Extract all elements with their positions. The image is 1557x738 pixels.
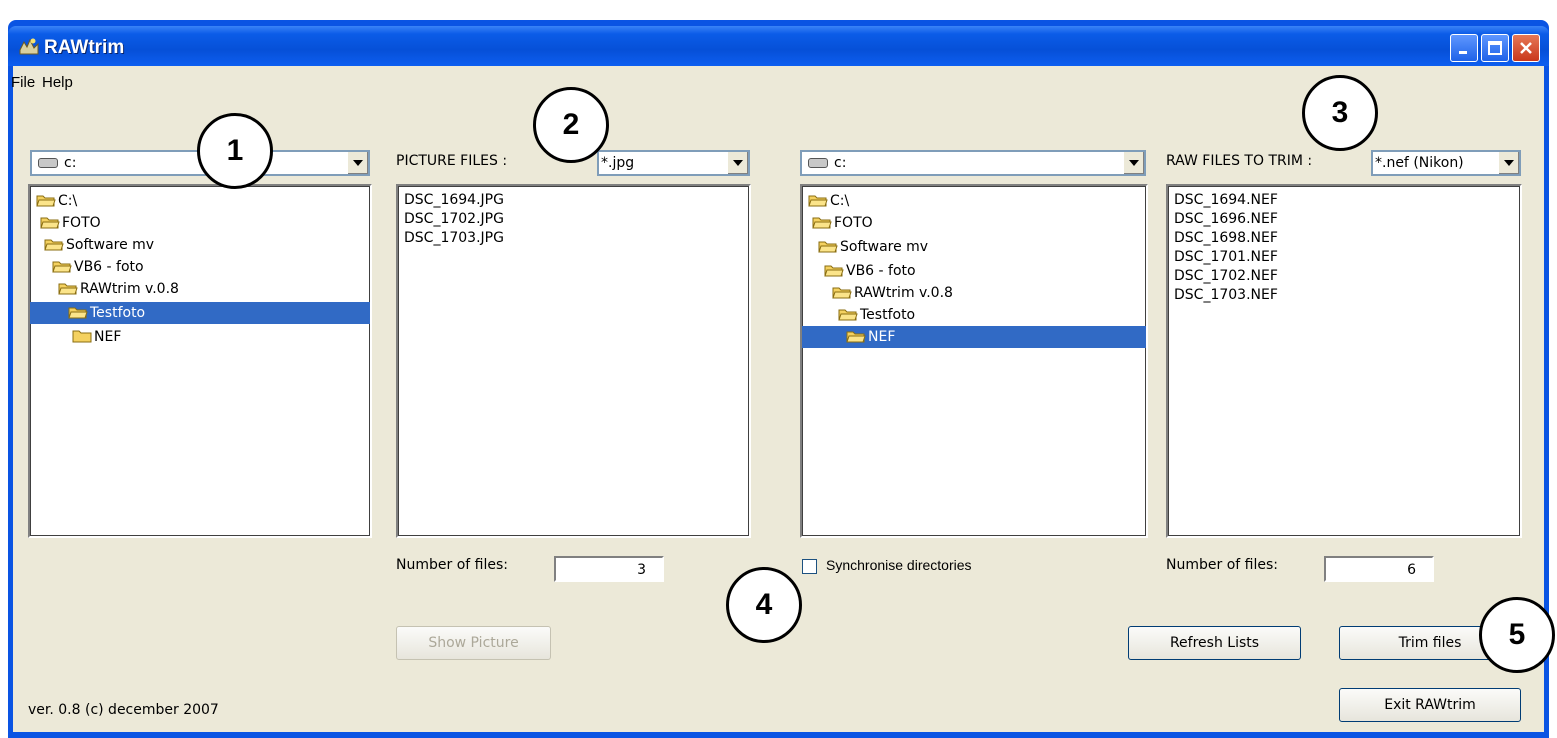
picture-count-label: Number of files: [396, 557, 508, 573]
right-drive-value: c: [834, 155, 847, 171]
chevron-down-icon[interactable] [727, 152, 748, 174]
tree-item[interactable]: NEF [72, 326, 121, 348]
picture-filter-value: *.jpg [601, 155, 635, 171]
tree-item-label: Testfoto [90, 305, 146, 321]
menu-file[interactable]: File [11, 74, 35, 91]
picture-files-list[interactable]: DSC_1694.JPG DSC_1702.JPG DSC_1703.JPG [396, 184, 751, 538]
right-folder-tree[interactable]: C:\ FOTO Software mv VB6 - foto RAWtrim … [800, 184, 1148, 538]
tree-item[interactable]: C:\ [808, 190, 849, 212]
callout-3: 3 [1302, 75, 1378, 151]
list-item[interactable]: DSC_1703.NEF [1174, 286, 1278, 305]
list-item[interactable]: DSC_1702.JPG [404, 210, 504, 229]
raw-count-label: Number of files: [1166, 557, 1278, 573]
tree-item-label: FOTO [834, 215, 873, 231]
list-item[interactable]: DSC_1694.NEF [1174, 191, 1278, 210]
raw-count-field: 6 [1324, 556, 1434, 582]
callout-4: 4 [726, 567, 802, 643]
tree-item-label: NEF [94, 329, 122, 345]
left-drive-value: c: [64, 155, 77, 171]
callout-2: 2 [533, 87, 609, 163]
tree-item-label: RAWtrim v.0.8 [854, 285, 953, 301]
tree-item-selected[interactable]: Testfoto [30, 302, 370, 324]
list-item[interactable]: DSC_1694.JPG [404, 191, 504, 210]
show-picture-button[interactable]: Show Picture [396, 626, 551, 660]
raw-filter-select[interactable]: *.nef (Nikon) [1371, 150, 1521, 176]
close-icon [1520, 42, 1532, 54]
open-folder-icon [52, 261, 72, 273]
open-folder-icon [832, 287, 852, 299]
list-item[interactable]: DSC_1701.NEF [1174, 248, 1278, 267]
tree-item[interactable]: FOTO [40, 212, 101, 234]
open-folder-icon [36, 195, 56, 207]
close-button[interactable] [1512, 34, 1540, 62]
app-icon [19, 38, 39, 55]
list-item[interactable]: DSC_1703.JPG [404, 229, 504, 248]
tree-item[interactable]: Testfoto [838, 304, 915, 326]
tree-item-label: Testfoto [860, 307, 916, 323]
picture-count-field: 3 [554, 556, 664, 582]
open-folder-icon [838, 309, 858, 321]
right-drive-select[interactable]: c: [800, 150, 1146, 176]
callout-5: 5 [1479, 597, 1555, 673]
folder-icon [72, 330, 92, 343]
sync-label: Synchronise directories [826, 557, 972, 573]
callout-1: 1 [197, 113, 273, 189]
raw-filter-value: *.nef (Nikon) [1375, 155, 1464, 171]
raw-files-list[interactable]: DSC_1694.NEF DSC_1696.NEF DSC_1698.NEF D… [1166, 184, 1522, 538]
tree-item-label: VB6 - foto [846, 263, 916, 279]
maximize-button[interactable] [1481, 34, 1509, 62]
list-item[interactable]: DSC_1702.NEF [1174, 267, 1278, 286]
drive-icon [808, 158, 828, 168]
tree-item[interactable]: Software mv [44, 234, 154, 256]
tree-item[interactable]: FOTO [812, 212, 873, 234]
open-folder-icon [812, 217, 832, 229]
open-folder-icon [824, 265, 844, 277]
picture-files-label: PICTURE FILES : [396, 153, 508, 169]
chevron-down-icon[interactable] [1498, 152, 1519, 174]
picture-filter-select[interactable]: *.jpg [597, 150, 750, 176]
version-text: ver. 0.8 (c) december 2007 [28, 702, 219, 718]
list-item[interactable]: DSC_1696.NEF [1174, 210, 1278, 229]
open-folder-icon [44, 239, 64, 251]
chevron-down-icon[interactable] [347, 152, 368, 174]
tree-item[interactable]: Software mv [818, 236, 928, 258]
open-folder-icon [40, 217, 60, 229]
tree-item-label: C:\ [830, 193, 850, 209]
tree-item[interactable]: VB6 - foto [824, 260, 916, 282]
maximize-icon [1488, 41, 1502, 55]
raw-files-label: RAW FILES TO TRIM : [1166, 153, 1313, 169]
minimize-button[interactable] [1450, 34, 1478, 62]
window-title: RAWtrim [44, 37, 125, 58]
menu-help[interactable]: Help [42, 74, 73, 91]
tree-item-selected[interactable]: NEF [802, 326, 1146, 348]
list-item[interactable]: DSC_1698.NEF [1174, 229, 1278, 248]
refresh-lists-button[interactable]: Refresh Lists [1128, 626, 1301, 660]
open-folder-icon [68, 307, 88, 319]
left-folder-tree[interactable]: C:\ FOTO Software mv VB6 - foto RAWtrim … [28, 184, 372, 538]
title-bar[interactable] [8, 26, 1549, 66]
tree-item-label: NEF [868, 329, 896, 345]
tree-item-label: VB6 - foto [74, 259, 144, 275]
tree-item-label: Software mv [66, 237, 155, 253]
minimize-icon [1459, 51, 1467, 54]
exit-button[interactable]: Exit RAWtrim [1339, 688, 1521, 722]
open-folder-icon [58, 283, 78, 295]
tree-item-label: FOTO [62, 215, 101, 231]
open-folder-icon [846, 331, 866, 343]
tree-item-label: C:\ [58, 193, 78, 209]
tree-item[interactable]: VB6 - foto [52, 256, 144, 278]
open-folder-icon [818, 241, 838, 253]
drive-icon [38, 158, 58, 168]
chevron-down-icon[interactable] [1123, 152, 1144, 174]
open-folder-icon [808, 195, 828, 207]
tree-item[interactable]: RAWtrim v.0.8 [832, 282, 953, 304]
sync-checkbox[interactable] [802, 559, 817, 574]
tree-item[interactable]: RAWtrim v.0.8 [58, 278, 179, 300]
tree-item-label: Software mv [840, 239, 929, 255]
tree-item[interactable]: C:\ [36, 190, 77, 212]
tree-item-label: RAWtrim v.0.8 [80, 281, 179, 297]
